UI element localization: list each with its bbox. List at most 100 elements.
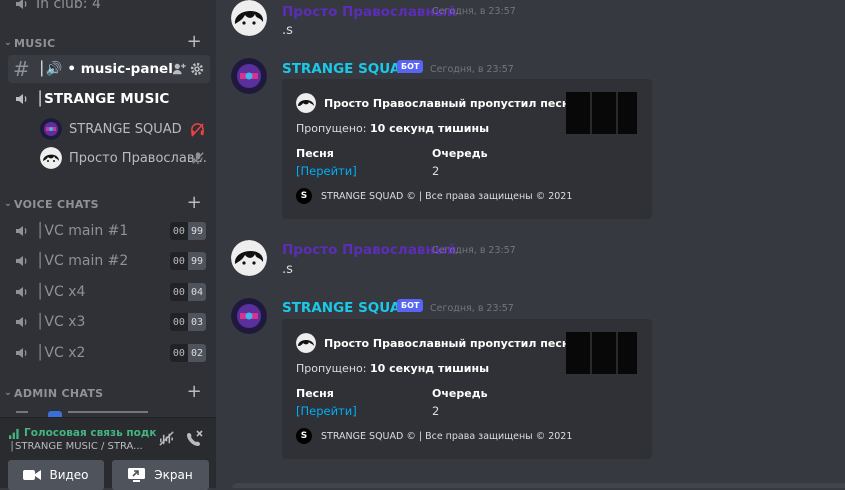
user-limit-badge: 00 04 [169, 283, 206, 301]
field-name-queue: Очередь [432, 387, 488, 400]
channel-label: │🔊 • music-panel [37, 61, 173, 77]
avatar[interactable] [231, 240, 267, 276]
screen-share-icon [128, 468, 146, 482]
speaker-icon [16, 348, 27, 358]
voice-connection-panel: Голосовая связь подк │STRANGE MUSIC / ST… [0, 417, 216, 490]
queue-value: 2 [432, 164, 440, 178]
voice-channel-strange-music[interactable]: │STRANGE MUSIC [0, 85, 216, 113]
channel-sidebar: In club: 4 ⌄ MUSIC + # │🔊 • music-panel … [0, 0, 216, 488]
channel-label: In club: 4 [36, 0, 101, 12]
gear-icon[interactable] [190, 62, 204, 76]
footer-icon: S [296, 188, 312, 204]
voice-channel-in-club[interactable]: In club: 4 [0, 0, 216, 18]
embed-thumbnail[interactable] [566, 92, 637, 134]
add-channel-icon[interactable]: + [187, 31, 202, 52]
category-voice-chats[interactable]: ⌄ VOICE CHATS + [0, 192, 216, 214]
channel-label: │VC x3 [36, 314, 86, 330]
camera-icon [23, 470, 42, 480]
category-music[interactable]: ⌄ MUSIC + [0, 31, 216, 53]
timestamp: Сегодня, в 23:57 [430, 303, 514, 314]
user-limit-badge: 00 99 [169, 252, 206, 270]
message-input-edge[interactable] [232, 483, 845, 488]
author-name[interactable]: Просто Православный [282, 242, 456, 258]
video-button[interactable]: Видео [8, 460, 104, 490]
voice-channel-path[interactable]: │STRANGE MUSIC / STRA... [9, 441, 149, 452]
voice-channel[interactable]: │VC x3 00 03 [0, 308, 216, 336]
voice-member-strange-squad[interactable]: STRANGE SQUAD [0, 115, 216, 143]
channel-label: │VC main #2 [36, 253, 129, 269]
hashtag-icon: # [13, 57, 30, 81]
footer-text: STRANGE SQUAD © | Все права защищены © 2… [321, 430, 573, 442]
queue-value: 2 [432, 404, 440, 418]
embed: Просто Православный пропустил песню Проп… [282, 79, 652, 219]
screen-share-button[interactable]: Экран [112, 460, 209, 490]
avatar[interactable] [231, 0, 267, 36]
noise-suppression-icon[interactable] [158, 430, 175, 447]
signal-icon [9, 428, 19, 439]
chevron-down-icon: ⌄ [4, 199, 12, 209]
field-name-song: Песня [296, 387, 334, 400]
embed-description: Пропущено: 10 секунд тишины [296, 122, 490, 135]
bot-badge: БОТ [397, 299, 424, 312]
timestamp: Сегодня, в 23:57 [430, 64, 514, 75]
avatar[interactable] [231, 298, 267, 334]
voice-member-user[interactable]: Просто Православ... [0, 144, 216, 172]
user-limit-badge: 00 02 [169, 344, 206, 362]
video-label: Видео [49, 468, 89, 482]
voice-channel[interactable]: │VC main #1 00 99 [0, 217, 216, 245]
voice-channel[interactable]: │VC x2 00 02 [0, 339, 216, 367]
category-label: VOICE CHATS [14, 197, 99, 211]
avatar[interactable] [231, 58, 267, 94]
invite-icon[interactable] [172, 62, 186, 76]
avatar [40, 147, 62, 169]
avatar [296, 333, 316, 353]
footer-icon: S [296, 428, 312, 444]
headphones-muted-icon [191, 122, 204, 137]
speaker-icon [16, 256, 27, 266]
category-label: ADMIN CHATS [14, 386, 104, 400]
bot-badge: БОТ [397, 60, 424, 73]
embed-author: Просто Православный пропустил песню [296, 93, 580, 113]
author-name[interactable]: Просто Православный [282, 4, 456, 20]
avatar [40, 118, 62, 140]
chat-area: Просто Православный Сегодня, в 23:57 .s … [216, 0, 845, 488]
voice-channel[interactable]: │VC x4 00 04 [0, 278, 216, 306]
message-text: .s [282, 23, 293, 38]
screen-label: Экран [154, 468, 193, 482]
user-limit-badge: 00 03 [169, 313, 206, 331]
category-admin-chats[interactable]: ⌄ ADMIN CHATS + [0, 381, 216, 403]
author-name[interactable]: STRANGE SQUAD [282, 300, 411, 316]
add-channel-icon[interactable]: + [187, 192, 202, 213]
member-name: STRANGE SQUAD [69, 121, 182, 137]
embed-description: Пропущено: 10 секунд тишины [296, 362, 490, 375]
channel-label: │VC main #1 [36, 223, 129, 239]
channel-label: │VC x4 [36, 284, 86, 300]
field-name-queue: Очередь [432, 147, 488, 160]
voice-status[interactable]: Голосовая связь подк [9, 427, 156, 439]
avatar [296, 93, 316, 113]
speaker-icon [16, 94, 27, 104]
speaker-icon [16, 287, 27, 297]
mic-muted-icon [192, 152, 204, 165]
embed: Просто Православный пропустил песню Проп… [282, 319, 652, 459]
footer-text: STRANGE SQUAD © | Все права защищены © 2… [321, 190, 573, 202]
add-channel-icon[interactable]: + [187, 381, 202, 402]
message-text: .s [282, 262, 293, 277]
disconnect-icon[interactable] [186, 429, 204, 447]
member-name: Просто Православ... [69, 150, 207, 166]
channel-label: │VC x2 [36, 345, 86, 361]
speaker-icon [16, 317, 27, 327]
voice-channel[interactable]: │VC main #2 00 99 [0, 247, 216, 275]
song-link[interactable]: [Перейти] [296, 404, 357, 418]
user-limit-badge: 00 99 [169, 222, 206, 240]
partially-hidden-channel[interactable] [16, 409, 166, 417]
chevron-down-icon: ⌄ [4, 388, 12, 398]
song-link[interactable]: [Перейти] [296, 164, 357, 178]
chevron-down-icon: ⌄ [4, 38, 12, 48]
embed-thumbnail[interactable] [566, 332, 637, 374]
speaker-icon [16, 226, 27, 236]
author-name[interactable]: STRANGE SQUAD [282, 61, 411, 77]
embed-author: Просто Православный пропустил песню [296, 333, 580, 353]
text-channel-music-panel[interactable]: # │🔊 • music-panel [8, 55, 210, 83]
timestamp: Сегодня, в 23:57 [432, 245, 516, 256]
